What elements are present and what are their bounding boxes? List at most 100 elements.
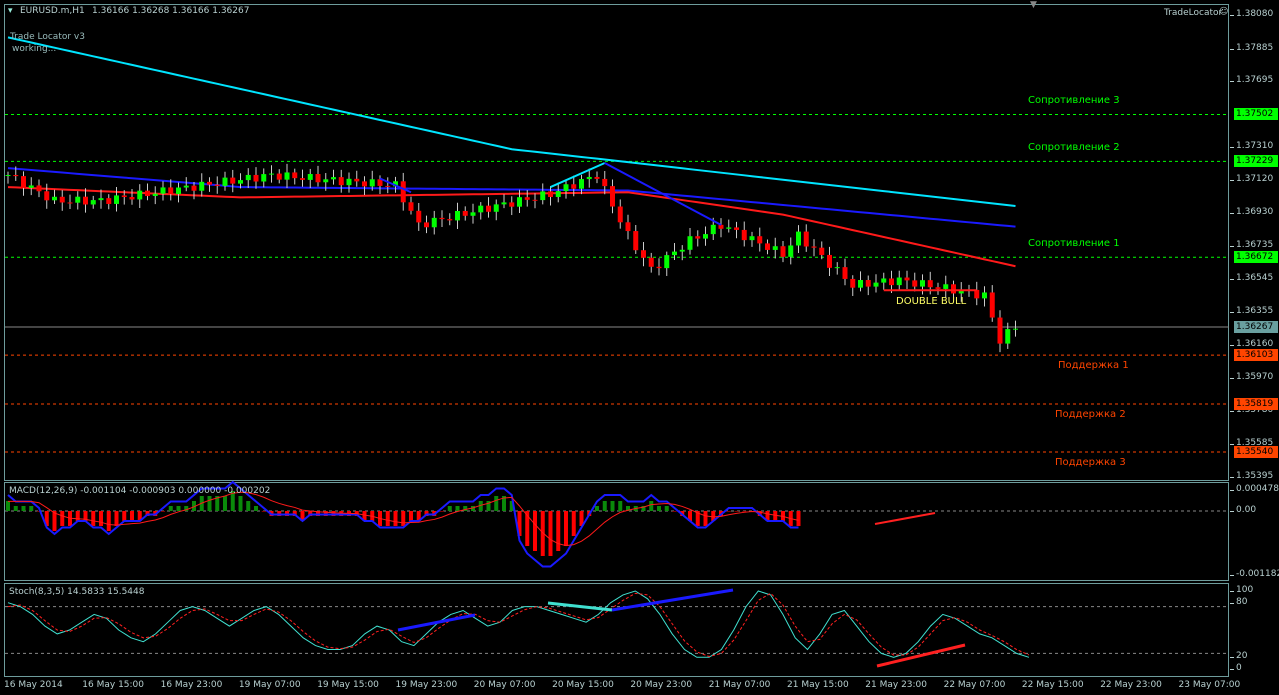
macd-histogram-bar	[161, 511, 165, 512]
candle-body	[889, 278, 894, 286]
candle-body	[13, 175, 19, 177]
time-tick: 16 May 23:00	[160, 680, 223, 690]
macd-histogram-bar	[734, 511, 739, 512]
stoch-main-line	[7, 590, 1030, 658]
stoch-axis-tick: 0	[1230, 663, 1242, 673]
candle-body	[641, 250, 646, 258]
candle-body	[625, 222, 631, 232]
price-tick: 1.37310	[1229, 141, 1274, 152]
candle-body	[114, 195, 119, 204]
candle-body	[749, 236, 755, 241]
candle-body	[183, 185, 189, 188]
candle-body	[261, 174, 267, 182]
candle-body	[168, 187, 174, 195]
price-tick: 1.35970	[1229, 372, 1274, 383]
candle-body	[214, 184, 220, 186]
macd-histogram-bar	[440, 511, 444, 512]
candle-body	[517, 197, 522, 207]
chart-menu-arrow-icon[interactable]: ▾	[8, 6, 13, 16]
candle-body	[803, 231, 809, 247]
macd-histogram-bar	[409, 511, 413, 521]
stoch-axis-tick: 100	[1229, 585, 1254, 595]
candle-body	[951, 284, 956, 294]
macd-histogram-bar	[401, 511, 406, 526]
macd-histogram-bar	[672, 511, 677, 512]
candle-body	[819, 247, 825, 255]
candle-body	[563, 184, 569, 192]
price-tick: 1.36545	[1229, 273, 1274, 284]
candle-body	[230, 177, 236, 184]
candle-body	[896, 277, 902, 286]
macd-histogram-bar	[207, 496, 212, 511]
candle-body	[548, 191, 553, 197]
macd-histogram-bar	[610, 501, 615, 511]
candle-body	[300, 178, 305, 180]
candle-body	[408, 202, 414, 211]
candle-body	[648, 257, 654, 267]
price-tick: 1.37120	[1229, 174, 1274, 185]
macd-histogram-bar	[168, 506, 173, 511]
time-tick: 20 May 15:00	[552, 680, 614, 690]
indicator-name: Trade Locator v3	[10, 32, 85, 42]
macd-histogram-bar	[261, 511, 266, 512]
macd-histogram-bar	[254, 506, 258, 511]
time-tick: 19 May 07:00	[238, 680, 301, 690]
level-label: Поддержка 1	[1058, 360, 1129, 372]
macd-histogram-bar	[703, 511, 708, 526]
candle-body	[331, 177, 336, 180]
candle-body	[904, 277, 910, 281]
candle-body	[21, 176, 26, 188]
macd-histogram-bar	[455, 506, 460, 511]
time-tick: 22 May 07:00	[943, 680, 1006, 690]
candle-body	[710, 224, 716, 235]
candle-body	[540, 191, 546, 201]
macd-histogram-bar	[664, 506, 669, 511]
price-tick: 1.36355	[1229, 305, 1274, 316]
candle-body	[44, 191, 50, 201]
macd-histogram-bar	[773, 511, 778, 521]
chart-window[interactable]: ▾ EURUSD.m,H1 1.36166 1.36268 1.36166 1.…	[0, 0, 1279, 695]
candle-body	[439, 217, 445, 220]
candle-body	[858, 280, 863, 288]
candle-body	[927, 280, 933, 288]
candle-body	[323, 179, 329, 183]
macd-histogram-bar	[238, 496, 243, 511]
candle-body	[679, 249, 685, 252]
candle-body	[152, 193, 158, 196]
candle-body	[269, 173, 274, 175]
candle-body	[664, 255, 670, 269]
candle-body	[757, 236, 763, 244]
time-tick: 22 May 23:00	[1100, 680, 1162, 690]
candle-body	[912, 280, 918, 287]
macd-label: MACD(12,26,9) -0.001104 -0.000903 0.0000…	[9, 486, 271, 496]
candle-body	[842, 267, 848, 279]
candle-body	[354, 178, 360, 182]
candle-body	[292, 172, 298, 179]
candle-body	[52, 196, 57, 201]
stoch-axis-tick: 20	[1229, 651, 1248, 661]
macd-axis-tick: -0.001182	[1229, 569, 1279, 579]
candle-body	[594, 176, 600, 179]
candle-body	[424, 222, 429, 228]
candle-body	[5, 175, 11, 177]
candle-body	[238, 180, 243, 184]
candle-body	[338, 177, 344, 186]
candle-body	[617, 206, 623, 223]
candle-body	[881, 278, 887, 283]
macd-histogram-bar	[393, 511, 398, 526]
candle-body	[145, 190, 150, 196]
macd-histogram-bar	[726, 511, 731, 512]
candle-body	[997, 317, 1003, 344]
trade-locator-label: TradeLocator	[1164, 8, 1223, 18]
candle-body	[176, 187, 181, 195]
stoch-signal-line	[7, 592, 1030, 658]
shift-marker-icon[interactable]: ▼	[1030, 0, 1037, 10]
candle-body	[106, 198, 112, 204]
candle-body	[703, 234, 708, 239]
time-tick: 22 May 15:00	[1021, 680, 1084, 690]
level-label: Поддержка 3	[1055, 457, 1126, 469]
candle-body	[121, 195, 127, 198]
trendline	[397, 613, 476, 632]
candle-body	[555, 191, 561, 197]
macd-histogram-bar	[130, 511, 134, 521]
